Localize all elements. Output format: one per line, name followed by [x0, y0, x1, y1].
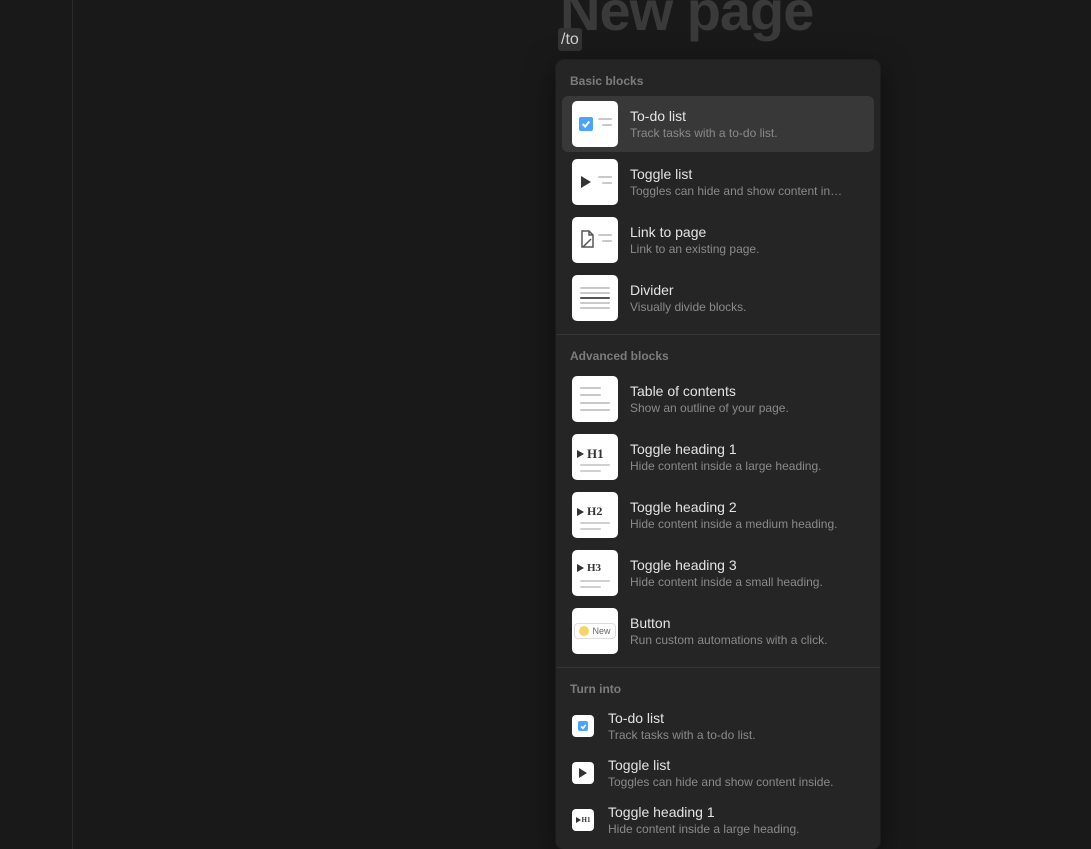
menu-item-desc: Track tasks with a to-do list. — [608, 727, 864, 744]
toc-lines-icon — [580, 384, 610, 414]
menu-item-title: Toggle heading 1 — [608, 803, 864, 821]
heading-label: H2 — [587, 504, 602, 519]
toggle-heading-icon: H1 — [576, 816, 591, 824]
turn-into-toggle-heading-1[interactable]: H1 Toggle heading 1 Hide content inside … — [562, 798, 874, 843]
checkbox-checked-icon — [579, 117, 593, 131]
menu-item-toggle-heading-3[interactable]: H3 Toggle heading 3 Hide content inside … — [562, 545, 874, 601]
menu-item-title: Divider — [630, 281, 864, 299]
button-chip-label: New — [592, 626, 610, 636]
triangle-right-icon — [577, 450, 584, 458]
section-header-basic: Basic blocks — [556, 60, 880, 94]
menu-item-title: To-do list — [630, 107, 864, 125]
todo-small-icon — [572, 715, 594, 737]
menu-item-desc: Show an outline of your page. — [630, 400, 864, 417]
toggle-heading-small-icon: H1 — [572, 809, 594, 831]
menu-item-text: Toggle list Toggles can hide and show co… — [630, 165, 864, 200]
checkbox-checked-icon — [578, 721, 588, 731]
triangle-right-icon — [579, 768, 587, 778]
menu-item-toggle-heading-2[interactable]: H2 Toggle heading 2 Hide content inside … — [562, 487, 874, 543]
document-link-icon — [580, 230, 594, 248]
link-thumbnail-icon — [572, 217, 618, 263]
lines-icon — [580, 464, 610, 472]
menu-item-title: Toggle list — [630, 165, 864, 183]
menu-item-todo-list[interactable]: To-do list Track tasks with a to-do list… — [562, 96, 874, 152]
menu-item-text: Link to page Link to an existing page. — [630, 223, 864, 258]
menu-item-text: Toggle list Toggles can hide and show co… — [608, 756, 864, 791]
menu-item-text: Toggle heading 1 Hide content inside a l… — [608, 803, 864, 838]
slash-menu-scroll[interactable]: Basic blocks To-do list Track tasks with… — [556, 60, 880, 849]
toggle-heading-icon: H2 — [577, 504, 602, 519]
button-thumbnail-icon: New — [572, 608, 618, 654]
menu-item-title: Toggle heading 3 — [630, 556, 864, 574]
toc-thumbnail-icon — [572, 376, 618, 422]
turn-into-toggle-list[interactable]: Toggle list Toggles can hide and show co… — [562, 751, 874, 796]
heading-label: H3 — [587, 562, 601, 574]
menu-item-title: Table of contents — [630, 382, 864, 400]
menu-item-title: Button — [630, 614, 864, 632]
menu-item-button[interactable]: New Button Run custom automations with a… — [562, 603, 874, 659]
toggle-heading-thumbnail-icon: H1 — [572, 434, 618, 480]
divider-thumbnail-icon — [572, 275, 618, 321]
menu-item-title: Toggle list — [608, 756, 864, 774]
heading-label: H1 — [587, 446, 604, 462]
menu-item-text: Divider Visually divide blocks. — [630, 281, 864, 316]
toggle-heading-thumbnail-icon: H2 — [572, 492, 618, 538]
menu-item-desc: Visually divide blocks. — [630, 299, 864, 316]
menu-item-toggle-heading-1[interactable]: H1 Toggle heading 1 Hide content inside … — [562, 429, 874, 485]
menu-item-desc: Run custom automations with a click. — [630, 632, 864, 649]
menu-item-text: To-do list Track tasks with a to-do list… — [608, 709, 864, 744]
lines-icon — [580, 580, 610, 588]
heading-label: H1 — [582, 816, 591, 824]
menu-item-text: To-do list Track tasks with a to-do list… — [630, 107, 864, 142]
menu-item-desc: Link to an existing page. — [630, 241, 864, 258]
menu-item-text: Toggle heading 3 Hide content inside a s… — [630, 556, 864, 591]
menu-item-desc: Hide content inside a large heading. — [608, 821, 864, 838]
menu-item-desc: Toggles can hide and show content inside… — [608, 774, 864, 791]
menu-item-title: Link to page — [630, 223, 864, 241]
toggle-heading-thumbnail-icon: H3 — [572, 550, 618, 596]
turn-into-toggle-heading-2[interactable]: H2 Toggle heading 2 Hide content inside … — [562, 845, 874, 849]
triangle-right-icon — [581, 176, 591, 188]
menu-item-divider[interactable]: Divider Visually divide blocks. — [562, 270, 874, 326]
toggle-heading-icon: H1 — [577, 446, 604, 462]
toggle-thumbnail-icon — [572, 159, 618, 205]
menu-item-desc: Hide content inside a small heading. — [630, 574, 864, 591]
menu-item-text: Toggle heading 1 Hide content inside a l… — [630, 440, 864, 475]
triangle-right-icon — [577, 508, 584, 516]
slash-menu: Basic blocks To-do list Track tasks with… — [556, 60, 880, 849]
lines-icon — [580, 522, 610, 530]
gear-dot-icon — [579, 626, 589, 636]
menu-item-desc: Hide content inside a large heading. — [630, 458, 864, 475]
button-chip-icon: New — [574, 623, 615, 639]
menu-item-title: Toggle heading 2 — [630, 498, 864, 516]
toggle-heading-icon: H3 — [577, 562, 601, 574]
menu-item-desc: Track tasks with a to-do list. — [630, 125, 864, 142]
triangle-right-icon — [577, 564, 584, 572]
toggle-small-icon — [572, 762, 594, 784]
menu-item-link-to-page[interactable]: Link to page Link to an existing page. — [562, 212, 874, 268]
menu-item-table-of-contents[interactable]: Table of contents Show an outline of you… — [562, 371, 874, 427]
triangle-right-icon — [576, 817, 581, 823]
menu-item-text: Toggle heading 2 Hide content inside a m… — [630, 498, 864, 533]
menu-item-toggle-list[interactable]: Toggle list Toggles can hide and show co… — [562, 154, 874, 210]
menu-item-text: Button Run custom automations with a cli… — [630, 614, 864, 649]
slash-command-input[interactable]: /to — [558, 28, 582, 51]
lines-icon — [580, 285, 610, 311]
menu-item-desc: Hide content inside a medium heading. — [630, 516, 864, 533]
menu-item-text: Table of contents Show an outline of you… — [630, 382, 864, 417]
todo-thumbnail-icon — [572, 101, 618, 147]
menu-item-desc: Toggles can hide and show content in… — [630, 183, 864, 200]
page-title: New page — [560, 0, 813, 43]
menu-item-title: Toggle heading 1 — [630, 440, 864, 458]
turn-into-todo-list[interactable]: To-do list Track tasks with a to-do list… — [562, 704, 874, 749]
sidebar-divider — [72, 0, 73, 849]
section-header-turn-into: Turn into — [556, 668, 880, 702]
menu-item-title: To-do list — [608, 709, 864, 727]
section-header-advanced: Advanced blocks — [556, 335, 880, 369]
